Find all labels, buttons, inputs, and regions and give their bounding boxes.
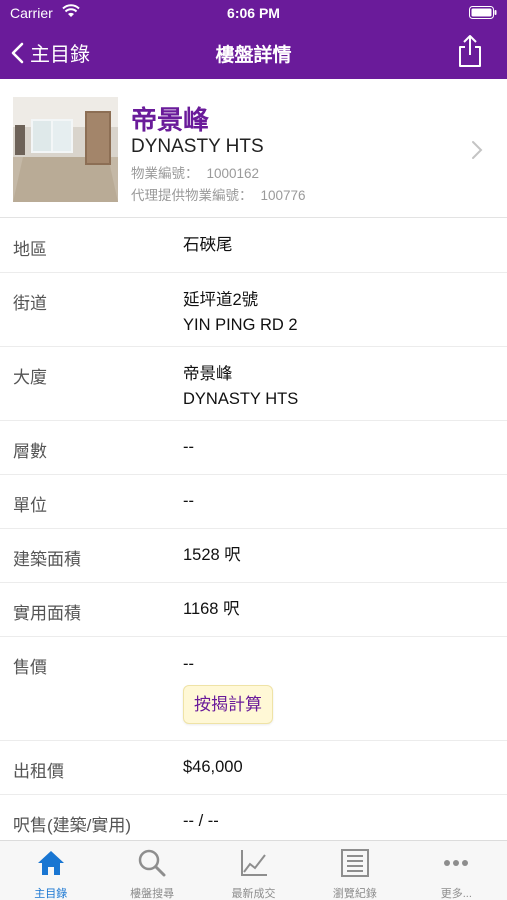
- detail-label: 實用面積: [13, 604, 81, 623]
- detail-value: --: [183, 438, 194, 456]
- building-en: DYNASTY HTS: [183, 390, 299, 408]
- tab-bar: 主目錄 樓盤搜尋 最新成交 瀏覽紀錄 更多...: [0, 840, 507, 900]
- home-icon: [37, 851, 64, 875]
- property-name-en: DYNASTY HTS: [131, 136, 264, 157]
- detail-value: 石硤尾: [183, 236, 233, 254]
- clock: 6:06 PM: [227, 5, 280, 21]
- detail-row-floor: 層數 --: [0, 421, 507, 475]
- detail-row-gross-area: 建築面積 1528 呎: [0, 529, 507, 583]
- detail-row-street: 街道 延坪道2號 YIN PING RD 2: [0, 273, 507, 347]
- battery-icon: [469, 6, 497, 22]
- detail-label: 大廈: [13, 368, 47, 387]
- header: Carrier 6:06 PM 主目錄 樓盤詳情: [0, 0, 507, 79]
- detail-value: 1168 呎: [183, 600, 240, 618]
- property-ref-label: 物業編號：: [131, 166, 199, 181]
- detail-value: --: [183, 492, 194, 510]
- agent-ref-value: 100776: [260, 188, 306, 203]
- tab-transactions[interactable]: 最新成交: [203, 841, 304, 900]
- detail-label: 建築面積: [13, 550, 81, 569]
- tab-search[interactable]: 樓盤搜尋: [101, 841, 202, 900]
- tab-label: 瀏覽紀錄: [332, 888, 377, 900]
- share-button[interactable]: [457, 34, 483, 73]
- detail-value: -- / --: [183, 812, 219, 830]
- agent-ref-label: 代理提供物業編號：: [131, 188, 253, 203]
- property-summary[interactable]: 帝景峰 DYNASTY HTS 物業編號： 1000162 代理提供物業編號： 10…: [0, 90, 507, 218]
- detail-label: 售價: [13, 658, 47, 677]
- sale-price-value: --: [183, 655, 194, 673]
- tab-home[interactable]: 主目錄: [0, 841, 101, 900]
- detail-label: 地區: [13, 240, 47, 259]
- search-icon: [138, 849, 166, 877]
- detail-row-district: 地區 石硤尾: [0, 219, 507, 273]
- tab-label: 樓盤搜尋: [130, 888, 175, 900]
- detail-row-sale-price: 售價 -- 按揭計算: [0, 637, 507, 741]
- tab-history[interactable]: 瀏覽紀錄: [304, 841, 405, 900]
- detail-label: 出租價: [13, 762, 64, 781]
- page-title: 樓盤詳情: [215, 45, 292, 66]
- detail-label: 單位: [13, 496, 47, 515]
- agent-ref: 代理提供物業編號： 100776: [131, 184, 306, 204]
- property-name-zh: 帝景峰: [131, 105, 210, 135]
- share-icon: [459, 35, 481, 67]
- detail-label: 層數: [13, 442, 47, 461]
- mortgage-calculator-button[interactable]: 按揭計算: [183, 685, 273, 724]
- detail-value: 帝景峰 DYNASTY HTS: [183, 362, 298, 412]
- street-en: YIN PING RD 2: [183, 316, 298, 334]
- detail-value: 延坪道2號 YIN PING RD 2: [183, 288, 298, 338]
- history-list-icon: [340, 849, 369, 877]
- chevron-right-icon: [472, 141, 483, 159]
- detail-row-unit: 單位 --: [0, 475, 507, 529]
- tab-label: 最新成交: [231, 888, 276, 900]
- detail-label: 呎售(建築/實用): [13, 816, 132, 835]
- detail-row-saleable-area: 實用面積 1168 呎: [0, 583, 507, 637]
- status-bar: Carrier 6:06 PM: [0, 0, 507, 27]
- detail-label: 街道: [13, 294, 47, 313]
- building-zh: 帝景峰: [183, 365, 233, 383]
- property-photo: [13, 97, 118, 202]
- tab-label: 主目錄: [34, 888, 68, 900]
- detail-value: $46,000: [183, 758, 243, 776]
- details-list: 地區 石硤尾 街道 延坪道2號 YIN PING RD 2 大廈 帝景峰 DYN…: [0, 219, 507, 849]
- detail-row-building: 大廈 帝景峰 DYNASTY HTS: [0, 347, 507, 421]
- street-zh: 延坪道2號: [183, 291, 259, 309]
- chart-icon: [240, 850, 267, 876]
- tab-label: 更多...: [440, 888, 472, 900]
- detail-value: -- 按揭計算: [183, 652, 273, 724]
- navigation-bar: 主目錄 樓盤詳情: [0, 30, 507, 74]
- tab-more[interactable]: 更多...: [406, 841, 507, 900]
- detail-value: 1528 呎: [183, 546, 241, 564]
- property-ref-value: 1000162: [206, 166, 260, 181]
- more-icon: [444, 860, 469, 866]
- detail-row-rent: 出租價 $46,000: [0, 741, 507, 795]
- property-ref: 物業編號： 1000162: [131, 162, 259, 182]
